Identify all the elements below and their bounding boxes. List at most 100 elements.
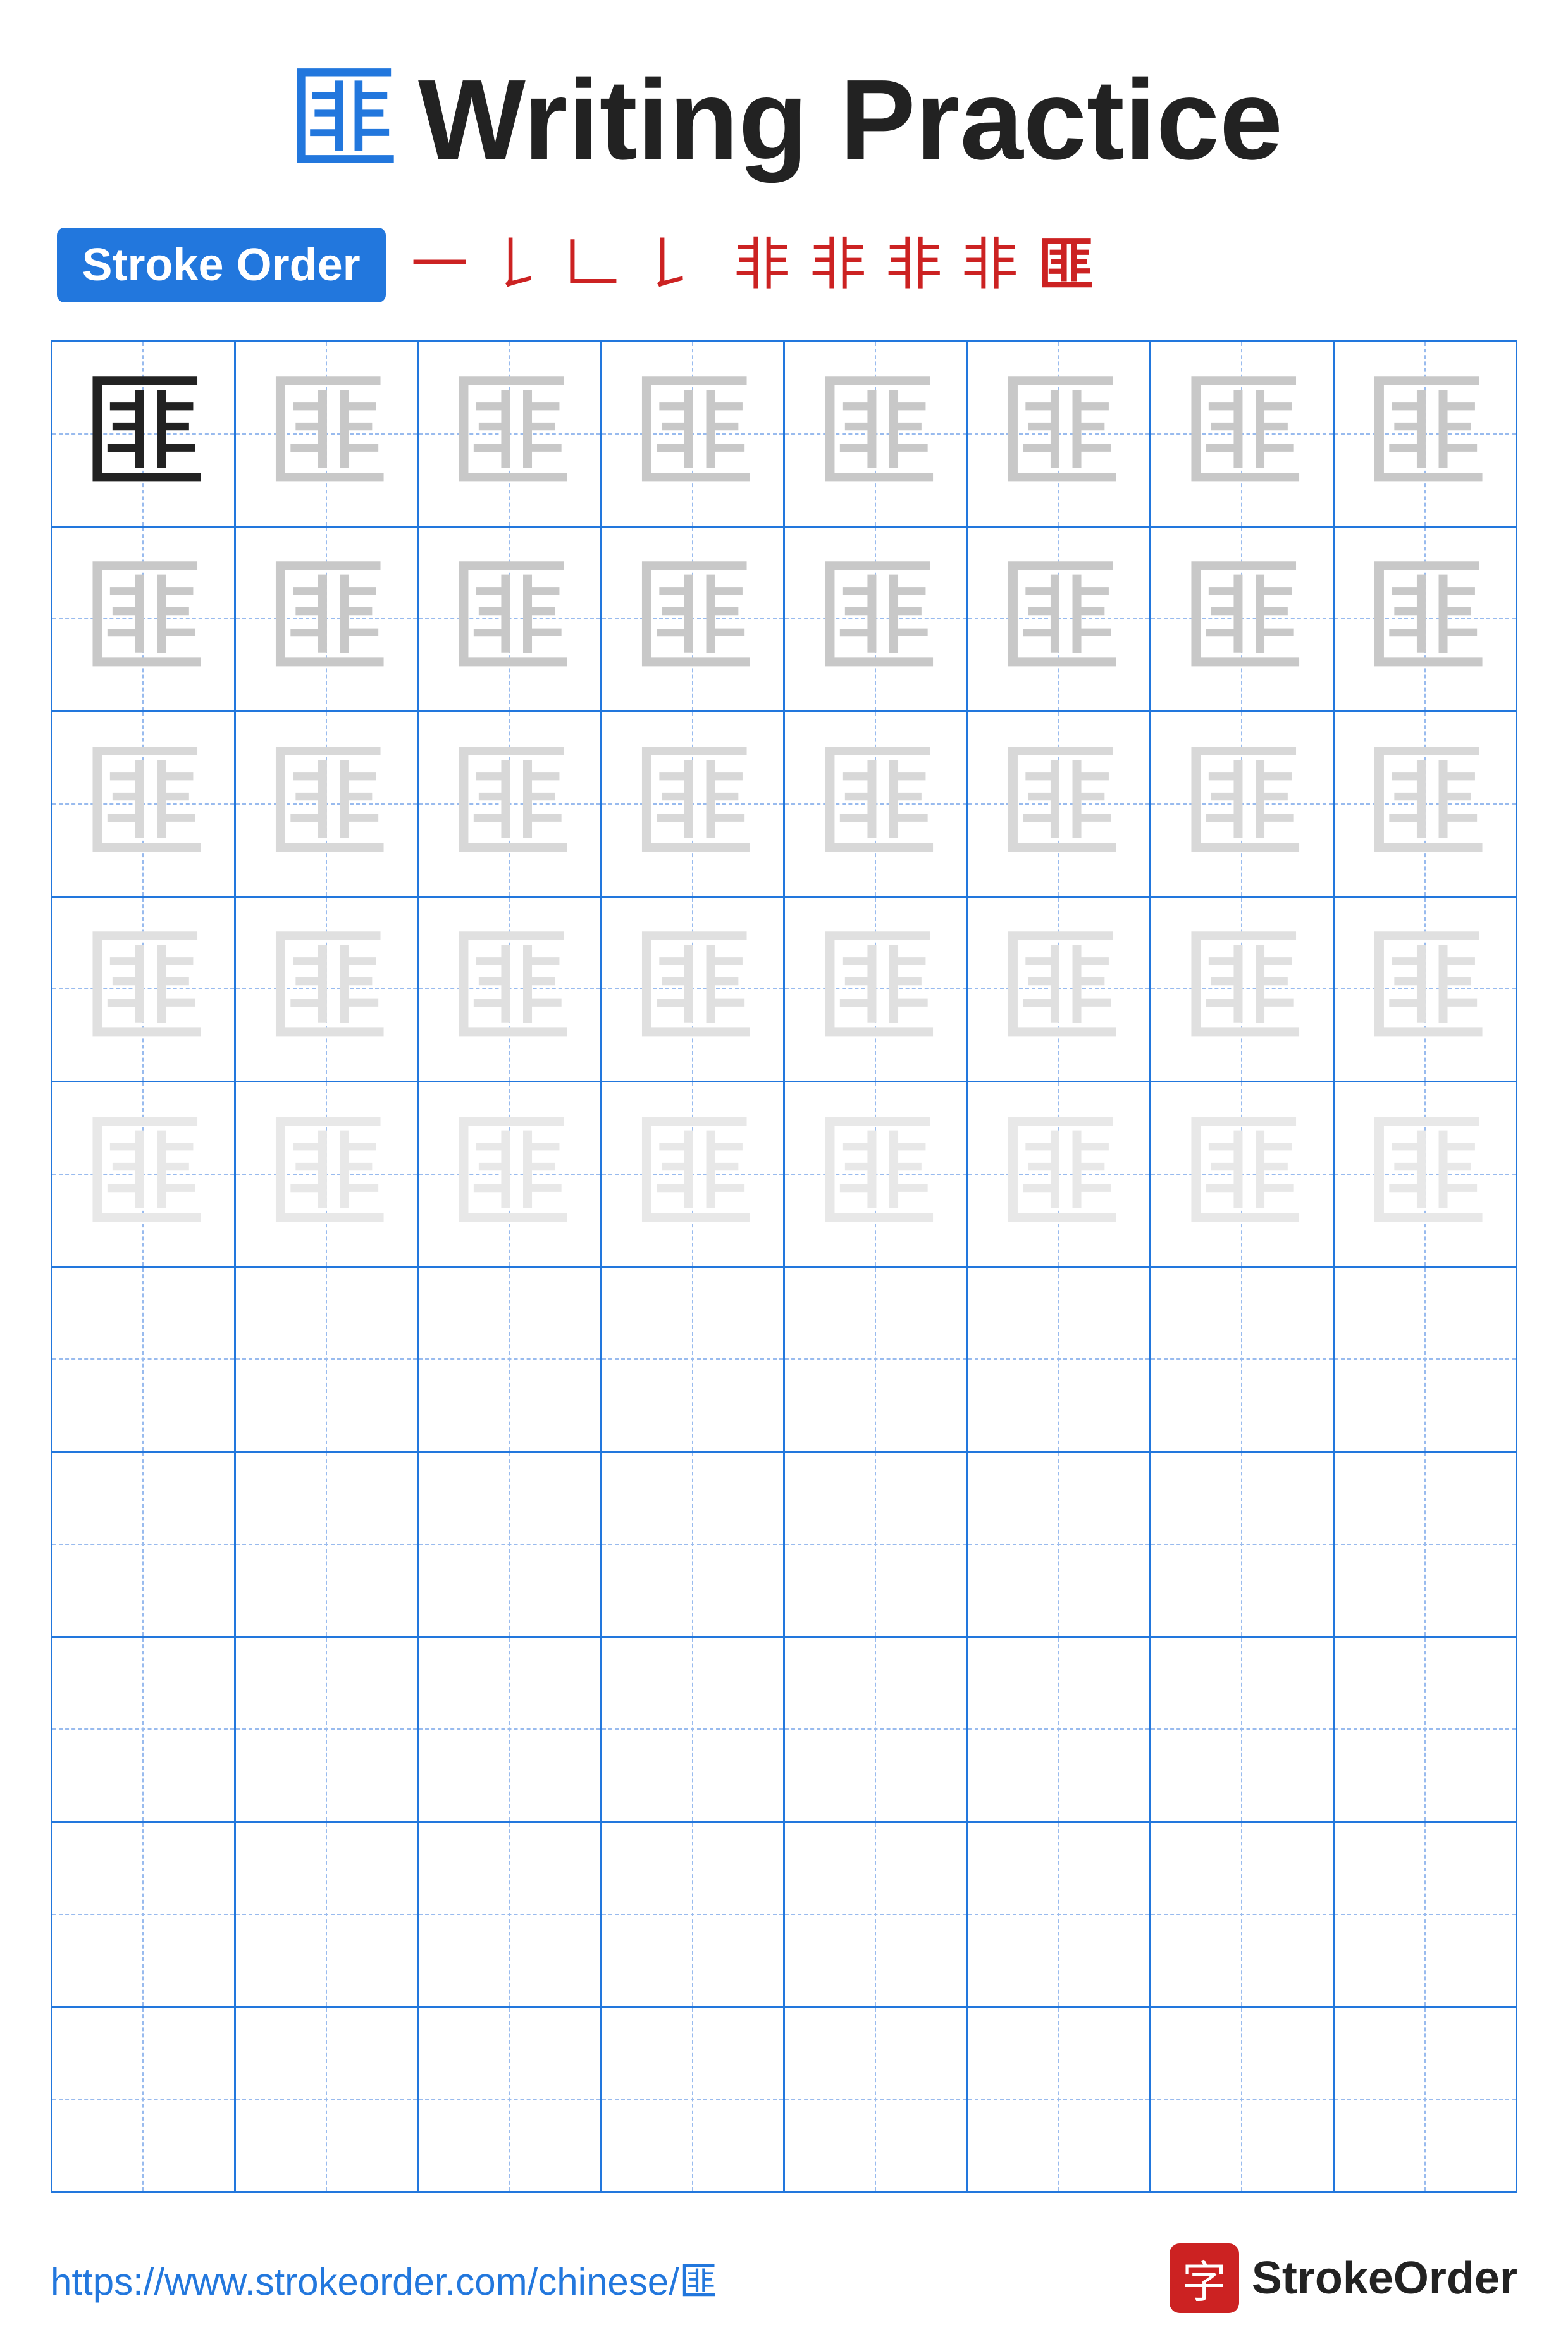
grid-cell[interactable]: 匪 [1335,342,1516,526]
char-guide: 匪 [1362,555,1488,682]
grid-cell[interactable]: 匪 [236,528,419,711]
grid-cell[interactable] [1151,1823,1335,2006]
grid-cell[interactable] [236,1638,419,1821]
grid-cell[interactable] [785,1453,968,1636]
grid-cell[interactable]: 匪 [602,898,786,1081]
grid-cell[interactable]: 匪 [1151,712,1335,896]
grid-cell[interactable]: 匪 [1151,898,1335,1081]
grid-cell[interactable] [52,1453,236,1636]
grid-cell[interactable]: 匪 [419,528,602,711]
grid-cell[interactable]: 匪 [785,342,968,526]
stroke-sequence: 一 𠄌 𠃊 𠄌 𠄒 非 非 非 非 匪 [411,237,1094,294]
grid-cell[interactable] [236,1453,419,1636]
grid-cell[interactable]: 匪 [602,712,786,896]
grid-cell[interactable]: 匪 [52,342,236,526]
char-guide: 匪 [996,926,1122,1052]
grid-cell[interactable]: 匪 [968,528,1152,711]
grid-cell[interactable]: 匪 [1151,1082,1335,1266]
grid-cell[interactable]: 匪 [236,898,419,1081]
grid-cell[interactable] [236,1823,419,2006]
grid-cell[interactable] [968,1638,1152,1821]
brand-icon: 字 [1170,2243,1239,2313]
grid-cell[interactable] [1335,1638,1516,1821]
grid-cell[interactable] [968,2008,1152,2192]
char-guide: 匪 [629,1111,756,1238]
grid-cell[interactable]: 匪 [1335,712,1516,896]
grid-cell[interactable] [1151,1453,1335,1636]
char-guide: 匪 [629,926,756,1052]
grid-cell[interactable]: 匪 [52,1082,236,1266]
grid-cell[interactable]: 匪 [236,342,419,526]
grid-cell[interactable] [602,1453,786,1636]
grid-cell[interactable] [602,1823,786,2006]
grid-cell[interactable]: 匪 [419,1082,602,1266]
grid-cell[interactable]: 匪 [968,712,1152,896]
grid-cell[interactable] [1335,2008,1516,2192]
grid-cell[interactable] [1151,1268,1335,1451]
grid-cell[interactable] [968,1453,1152,1636]
char-guide: 匪 [263,371,390,497]
grid-cell[interactable] [236,1268,419,1451]
char-guide: 匪 [1178,741,1305,867]
grid-cell[interactable] [52,1268,236,1451]
grid-cell[interactable] [52,1823,236,2006]
grid-row-10 [52,2008,1516,2192]
grid-cell[interactable]: 匪 [52,528,236,711]
char-guide: 匪 [629,555,756,682]
grid-cell[interactable] [1151,1638,1335,1821]
grid-cell[interactable] [52,1638,236,1821]
char-guide: 匪 [1362,926,1488,1052]
grid-cell[interactable]: 匪 [52,712,236,896]
grid-cell[interactable] [1335,1453,1516,1636]
grid-cell[interactable]: 匪 [236,1082,419,1266]
grid-cell[interactable]: 匪 [419,712,602,896]
grid-cell[interactable] [419,1638,602,1821]
grid-cell[interactable] [968,1268,1152,1451]
grid-cell[interactable] [602,1638,786,1821]
grid-cell[interactable]: 匪 [419,342,602,526]
grid-cell[interactable]: 匪 [785,712,968,896]
grid-cell[interactable]: 匪 [602,1082,786,1266]
grid-cell[interactable] [419,2008,602,2192]
grid-cell[interactable] [785,2008,968,2192]
grid-cell[interactable] [1335,1268,1516,1451]
grid-cell[interactable]: 匪 [785,1082,968,1266]
grid-cell[interactable] [1151,2008,1335,2192]
grid-cell[interactable]: 匪 [1151,528,1335,711]
grid-cell[interactable] [785,1268,968,1451]
grid-cell[interactable]: 匪 [785,528,968,711]
grid-cell[interactable] [785,1823,968,2006]
grid-cell[interactable] [419,1453,602,1636]
grid-cell[interactable]: 匪 [1151,342,1335,526]
grid-cell[interactable]: 匪 [602,342,786,526]
grid-cell[interactable] [968,1823,1152,2006]
grid-cell[interactable]: 匪 [419,898,602,1081]
grid-cell[interactable]: 匪 [968,898,1152,1081]
grid-cell[interactable] [236,2008,419,2192]
grid-row-1: 匪 匪 匪 匪 匪 匪 匪 匪 [52,342,1516,528]
grid-cell[interactable] [785,1638,968,1821]
grid-cell[interactable]: 匪 [1335,898,1516,1081]
grid-row-4: 匪 匪 匪 匪 匪 匪 匪 匪 [52,898,1516,1083]
grid-cell[interactable]: 匪 [602,528,786,711]
grid-row-9 [52,1823,1516,2008]
page-title: Writing Practice [418,63,1283,177]
grid-cell[interactable] [1335,1823,1516,2006]
char-guide: 匪 [1178,1111,1305,1238]
char-guide: 匪 [80,371,206,497]
grid-cell[interactable] [602,1268,786,1451]
grid-cell[interactable]: 匪 [1335,1082,1516,1266]
grid-cell[interactable] [419,1823,602,2006]
footer-url[interactable]: https://www.strokeorder.com/chinese/匪 [51,2251,717,2306]
grid-cell[interactable]: 匪 [968,1082,1152,1266]
grid-cell[interactable]: 匪 [52,898,236,1081]
grid-cell[interactable] [419,1268,602,1451]
grid-row-5: 匪 匪 匪 匪 匪 匪 匪 匪 [52,1082,1516,1268]
grid-cell[interactable] [52,2008,236,2192]
brand-char: 字 [1182,2247,1226,2311]
grid-cell[interactable]: 匪 [968,342,1152,526]
grid-cell[interactable]: 匪 [785,898,968,1081]
grid-cell[interactable]: 匪 [236,712,419,896]
grid-cell[interactable] [602,2008,786,2192]
grid-cell[interactable]: 匪 [1335,528,1516,711]
